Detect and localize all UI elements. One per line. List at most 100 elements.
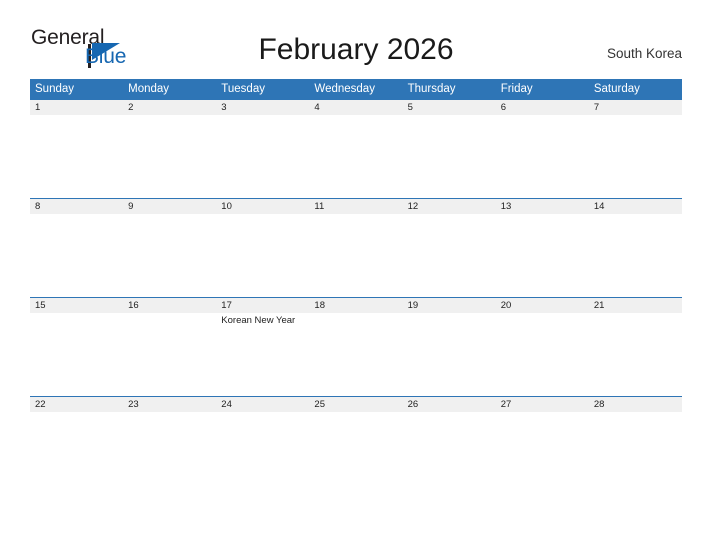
day-number: 19 bbox=[407, 300, 419, 311]
day-cell[interactable]: 25 bbox=[309, 396, 403, 514]
day-number: 8 bbox=[35, 201, 41, 212]
day-cell[interactable]: 11 bbox=[309, 198, 403, 297]
day-cell[interactable]: 4 bbox=[309, 99, 403, 198]
day-number-band: 19 bbox=[402, 298, 496, 313]
day-cell[interactable]: 9 bbox=[123, 198, 217, 297]
day-events bbox=[309, 214, 402, 216]
day-cell[interactable]: 23 bbox=[123, 396, 217, 514]
day-number-band: 23 bbox=[123, 397, 217, 412]
calendar-cell: 14 bbox=[588, 198, 682, 297]
day-cell[interactable]: 15 bbox=[30, 297, 124, 396]
day-events bbox=[589, 214, 682, 216]
day-cell[interactable]: 1 bbox=[30, 99, 124, 198]
day-events bbox=[30, 412, 123, 414]
day-number-band: 7 bbox=[588, 100, 682, 115]
day-cell[interactable]: 12 bbox=[402, 198, 496, 297]
calendar-cell: 1 bbox=[30, 99, 124, 198]
day-number: 28 bbox=[593, 399, 605, 410]
day-events bbox=[123, 313, 216, 315]
calendar-cell: 5 bbox=[402, 99, 496, 198]
day-cell[interactable]: 19 bbox=[402, 297, 496, 396]
day-cell[interactable]: 26 bbox=[402, 396, 496, 514]
day-number-band: 21 bbox=[588, 298, 682, 313]
weekday-header-sunday: Sunday bbox=[30, 79, 124, 99]
day-number: 13 bbox=[500, 201, 512, 212]
calendar-cell: 18 bbox=[309, 297, 403, 396]
day-cell[interactable]: 22 bbox=[30, 396, 124, 514]
day-cell[interactable]: 27 bbox=[495, 396, 589, 514]
day-number: 4 bbox=[314, 102, 320, 113]
day-number: 11 bbox=[314, 201, 325, 212]
day-number-band: 12 bbox=[402, 199, 496, 214]
day-number-band: 8 bbox=[30, 199, 124, 214]
day-events bbox=[403, 214, 496, 216]
day-cell[interactable]: 21 bbox=[588, 297, 682, 396]
day-cell[interactable]: 28 bbox=[588, 396, 682, 514]
day-events bbox=[589, 313, 682, 315]
calendar-cell: 17 Korean New Year bbox=[216, 297, 310, 396]
calendar-cell: 6 bbox=[495, 99, 589, 198]
day-cell[interactable]: 18 bbox=[309, 297, 403, 396]
calendar-cell: 3 bbox=[216, 99, 310, 198]
day-event[interactable]: Korean New Year bbox=[221, 315, 305, 327]
day-number-band: 14 bbox=[588, 199, 682, 214]
weekday-header-wednesday: Wednesday bbox=[309, 79, 403, 99]
day-events: Korean New Year bbox=[216, 313, 309, 327]
day-number-band: 27 bbox=[495, 397, 589, 412]
day-events bbox=[309, 412, 402, 414]
day-cell[interactable]: 14 bbox=[588, 198, 682, 297]
day-events bbox=[496, 412, 589, 414]
day-cell[interactable]: 10 bbox=[216, 198, 310, 297]
calendar-cell: 4 bbox=[309, 99, 403, 198]
calendar-cell: 25 bbox=[309, 396, 403, 514]
day-cell[interactable]: 5 bbox=[402, 99, 496, 198]
day-number-band: 1 bbox=[30, 100, 124, 115]
day-number-band: 26 bbox=[402, 397, 496, 412]
day-cell[interactable]: 13 bbox=[495, 198, 589, 297]
day-number: 16 bbox=[128, 300, 139, 311]
calendar-cell: 15 bbox=[30, 297, 124, 396]
day-number: 22 bbox=[35, 399, 46, 410]
calendar-week-row: 8 9 10 11 12 13 14 bbox=[30, 198, 682, 297]
day-number: 2 bbox=[128, 102, 134, 113]
day-cell[interactable]: 20 bbox=[495, 297, 589, 396]
calendar-cell: 23 bbox=[123, 396, 217, 514]
calendar-cell: 12 bbox=[402, 198, 496, 297]
day-number: 10 bbox=[221, 201, 232, 212]
day-number: 24 bbox=[221, 399, 232, 410]
calendar-cell: 11 bbox=[309, 198, 403, 297]
day-number-band: 10 bbox=[216, 199, 310, 214]
day-cell[interactable]: 16 bbox=[123, 297, 217, 396]
day-events bbox=[30, 214, 123, 216]
day-cell[interactable]: 2 bbox=[123, 99, 217, 198]
calendar-cell: 21 bbox=[588, 297, 682, 396]
day-number: 26 bbox=[407, 399, 419, 410]
day-number: 1 bbox=[35, 102, 41, 113]
day-events bbox=[589, 412, 682, 414]
day-cell[interactable]: 24 bbox=[216, 396, 310, 514]
day-cell[interactable]: 17 Korean New Year bbox=[216, 297, 310, 396]
day-number-band: 5 bbox=[402, 100, 496, 115]
day-cell[interactable]: 3 bbox=[216, 99, 310, 198]
day-number-band: 25 bbox=[309, 397, 403, 412]
day-events bbox=[30, 313, 123, 315]
day-number-band: 2 bbox=[123, 100, 217, 115]
weekday-header-row: Sunday Monday Tuesday Wednesday Thursday… bbox=[30, 79, 682, 99]
day-number-band: 9 bbox=[123, 199, 217, 214]
day-events bbox=[216, 214, 309, 216]
day-cell[interactable]: 8 bbox=[30, 198, 124, 297]
calendar-cell: 9 bbox=[123, 198, 217, 297]
calendar-week-row: 1 2 3 4 5 6 7 bbox=[30, 99, 682, 198]
calendar-cell: 2 bbox=[123, 99, 217, 198]
day-events bbox=[496, 115, 589, 117]
day-events bbox=[30, 115, 123, 117]
calendar-cell: 13 bbox=[495, 198, 589, 297]
day-cell[interactable]: 6 bbox=[495, 99, 589, 198]
day-number-band: 17 bbox=[216, 298, 310, 313]
day-cell[interactable]: 7 bbox=[588, 99, 682, 198]
day-number: 5 bbox=[407, 102, 413, 113]
page-header: General Blue February 2026 South Korea bbox=[0, 0, 712, 76]
day-number: 27 bbox=[500, 399, 512, 410]
day-number: 7 bbox=[593, 102, 600, 113]
calendar-cell: 26 bbox=[402, 396, 496, 514]
